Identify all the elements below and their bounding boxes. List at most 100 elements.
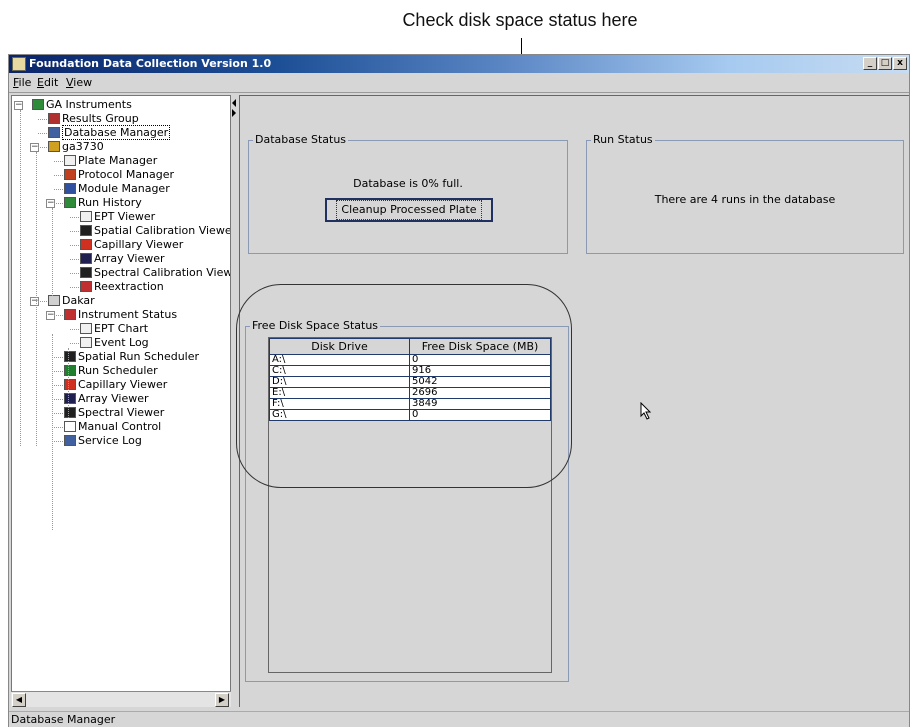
hand-icon <box>64 421 76 432</box>
scroll-left-icon[interactable]: ◀ <box>12 693 26 707</box>
tree-item-label: Run History <box>78 196 142 209</box>
tree-connector <box>54 399 63 400</box>
expand-right-icon[interactable] <box>232 109 236 117</box>
tree-item-run-scheduler[interactable]: Run Scheduler <box>64 364 158 378</box>
horizontal-scrollbar[interactable]: ◀ ▶ <box>11 691 231 707</box>
tree-item-reextraction[interactable]: Reextraction <box>80 280 164 294</box>
maximize-button[interactable]: □ <box>878 57 892 70</box>
status-bar: Database Manager <box>9 711 909 727</box>
tree-item-label: Spatial Run Scheduler <box>78 350 200 363</box>
menu-bar: File Edit View <box>9 73 909 93</box>
tree-item-results-group[interactable]: Results Group <box>48 112 139 126</box>
tree-connector <box>54 371 63 372</box>
menu-edit[interactable]: Edit <box>37 76 58 89</box>
tree-item-spectral-calibration-viewer[interactable]: Spectral Calibration Viewer <box>80 266 230 280</box>
spatial-calibration-icon <box>64 351 76 362</box>
spatial-calibration-icon <box>80 225 92 236</box>
run-history-icon <box>64 197 76 208</box>
menu-file[interactable]: File <box>13 76 31 89</box>
scroll-right-icon[interactable]: ▶ <box>215 693 229 707</box>
spectral-icon <box>64 407 76 418</box>
tree-connector <box>54 315 63 316</box>
collapse-toggle-icon[interactable]: − <box>14 101 23 110</box>
run-count-message: There are 4 runs in the database <box>654 193 836 206</box>
tree-item-array-viewer[interactable]: Array Viewer <box>64 392 149 406</box>
database-full-message: Database is 0% full. <box>353 177 463 190</box>
tree-item-capillary-viewer[interactable]: Capillary Viewer <box>64 378 167 392</box>
minimize-button[interactable]: _ <box>863 57 877 70</box>
tree-connector <box>70 273 79 274</box>
ept-chart-icon <box>80 211 92 222</box>
cleanup-processed-plate-button[interactable]: Cleanup Processed Plate <box>325 198 493 222</box>
tree-item-label: Capillary Viewer <box>78 378 168 391</box>
cleanup-button-label: Cleanup Processed Plate <box>336 200 482 220</box>
tree-item-label: Plate Manager <box>78 154 158 167</box>
tree-connector <box>70 259 79 260</box>
tree-item-plate-manager[interactable]: Plate Manager <box>64 154 157 168</box>
tree-item-instrument-status[interactable]: Instrument Status <box>64 308 177 322</box>
capillary-icon <box>64 379 76 390</box>
tree-item-capillary-viewer[interactable]: Capillary Viewer <box>80 238 183 252</box>
tree-connector <box>38 119 47 120</box>
plate-icon <box>64 155 76 166</box>
tree-item-database-manager[interactable]: Database Manager <box>48 125 171 140</box>
database-icon <box>48 127 60 138</box>
tree-item-label: ga3730 <box>62 140 104 153</box>
database-status-group: Database Status Database is 0% full. Cle… <box>248 133 568 254</box>
tree-connector <box>36 152 37 446</box>
tree-item-ept-viewer[interactable]: EPT Viewer <box>80 210 155 224</box>
tree-item-label: Run Scheduler <box>78 364 158 377</box>
collapse-left-icon[interactable] <box>232 99 236 107</box>
callout-text: Check disk space status here <box>402 10 638 30</box>
tree-item-label: EPT Chart <box>94 322 149 335</box>
tree-item-label: Manual Control <box>78 420 162 433</box>
array-icon <box>80 253 92 264</box>
flask-icon <box>32 99 44 110</box>
capillary-icon <box>80 239 92 250</box>
window-title: Foundation Data Collection Version 1.0 <box>29 57 272 70</box>
tree-item-spatial-calibration-viewer[interactable]: Spatial Calibration Viewer <box>80 224 231 238</box>
menu-view[interactable]: View <box>66 76 92 89</box>
tree-connector <box>54 357 63 358</box>
tree-connector <box>70 287 79 288</box>
tree-connector <box>70 329 79 330</box>
tree-item-ga3730[interactable]: ga3730 <box>48 140 104 154</box>
mouse-cursor-icon <box>640 402 652 420</box>
run-status-group: Run Status There are 4 runs in the datab… <box>586 133 904 254</box>
tree-connector <box>52 334 53 530</box>
tree-connector <box>20 110 21 446</box>
title-bar[interactable]: Foundation Data Collection Version 1.0 _… <box>9 55 909 73</box>
tree-item-label: GA Instruments <box>46 98 132 111</box>
tree-item-label: Array Viewer <box>78 392 149 405</box>
tree-item-array-viewer[interactable]: Array Viewer <box>80 252 165 266</box>
protocol-icon <box>64 169 76 180</box>
close-button[interactable]: x <box>893 57 907 70</box>
tree-item-protocol-manager[interactable]: Protocol Manager <box>64 168 174 182</box>
tree-item-label: Spectral Viewer <box>78 406 165 419</box>
app-icon <box>12 57 26 71</box>
tree-connector <box>38 147 47 148</box>
tree-item-label: Reextraction <box>94 280 164 293</box>
tree-connector <box>38 133 47 134</box>
tree-item-manual-control[interactable]: Manual Control <box>64 420 161 434</box>
tree-item-label: Spatial Calibration Viewer <box>94 224 231 237</box>
tree-item-service-log[interactable]: Service Log <box>64 434 142 448</box>
tree-item-spatial-run-scheduler[interactable]: Spatial Run Scheduler <box>64 350 199 364</box>
instrument-icon <box>48 295 60 306</box>
tree-item-event-log[interactable]: Event Log <box>80 336 149 350</box>
tree-item-dakar[interactable]: Dakar <box>48 294 95 308</box>
tree-item-label: Module Manager <box>78 182 170 195</box>
tree-connector <box>54 175 63 176</box>
event-log-icon <box>80 337 92 348</box>
tree-item-ept-chart[interactable]: EPT Chart <box>80 322 148 336</box>
tree-connector <box>54 441 63 442</box>
tree-item-label: Instrument Status <box>78 308 178 321</box>
tree-item-label: Results Group <box>62 112 139 125</box>
module-icon <box>64 183 76 194</box>
tree-item-module-manager[interactable]: Module Manager <box>64 182 170 196</box>
tree-item-spectral-viewer[interactable]: Spectral Viewer <box>64 406 164 420</box>
tree-item-run-history[interactable]: Run History <box>64 196 142 210</box>
tree-connector <box>54 203 63 204</box>
tree-item-ga-instruments[interactable]: GA Instruments <box>32 98 132 112</box>
tree-connector <box>70 343 79 344</box>
